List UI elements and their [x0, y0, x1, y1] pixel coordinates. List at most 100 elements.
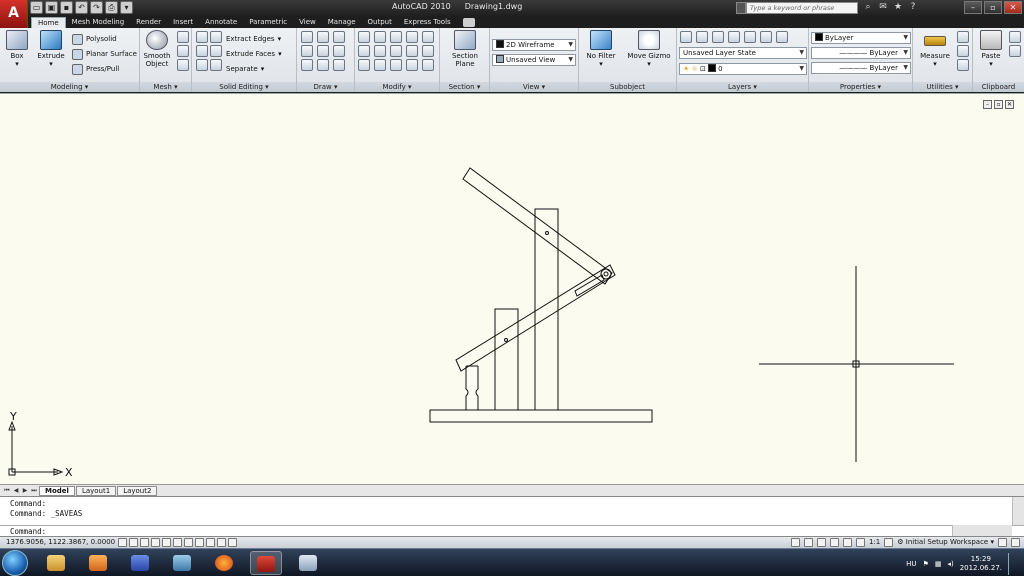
panel-title-section[interactable]: Section ▾ — [440, 82, 489, 92]
layer-match-icon[interactable] — [760, 31, 772, 43]
joint-outer-circle[interactable] — [600, 268, 612, 280]
tab-home[interactable]: Home — [31, 17, 66, 28]
rotate-icon[interactable] — [390, 45, 402, 57]
grid-display-icon[interactable] — [129, 538, 138, 547]
layout-tab-layout2[interactable]: Layout2 — [117, 485, 158, 496]
print-icon[interactable]: ⎙ — [105, 1, 118, 14]
network-tray-icon[interactable]: ▦ — [935, 560, 942, 568]
next-layout-icon[interactable]: ▶ — [21, 486, 29, 495]
no-filter-button[interactable]: No Filter ▾ — [581, 30, 621, 68]
panel-title-draw[interactable]: Draw ▾ — [297, 82, 354, 92]
mesh-smooth-less-icon[interactable] — [177, 45, 189, 57]
clean-screen-icon[interactable] — [1011, 538, 1020, 547]
new-file-icon[interactable]: ▭ — [30, 1, 43, 14]
layer-freeze-icon[interactable] — [744, 31, 756, 43]
taskbar-explorer-button[interactable] — [40, 551, 72, 575]
redo-icon[interactable]: ↷ — [90, 1, 103, 14]
model-space-icon[interactable] — [791, 538, 800, 547]
zoom-icon[interactable] — [830, 538, 839, 547]
taskbar-autocad-button[interactable] — [250, 551, 282, 575]
extrude-button[interactable]: Extrude ▾ — [34, 30, 68, 68]
subtract-icon[interactable] — [196, 45, 208, 57]
current-layer-dropdown[interactable]: ☀ ☼ ⊡ 0 ▼ — [679, 63, 807, 75]
lineweight-dropdown[interactable]: ———— ByLayer ▼ — [811, 62, 911, 74]
search-toggle-icon[interactable] — [736, 2, 746, 14]
press-pull-button[interactable]: Press/Pull — [72, 62, 119, 76]
polygon-icon[interactable] — [301, 59, 313, 71]
rectangle-icon[interactable] — [317, 59, 329, 71]
calculator-icon[interactable] — [957, 59, 969, 71]
quick-select-icon[interactable] — [957, 31, 969, 43]
panel-title-properties[interactable]: Properties ▾ — [809, 82, 912, 92]
help-icon[interactable]: ? — [907, 1, 919, 14]
layer-isolate-icon[interactable] — [696, 31, 708, 43]
last-layout-icon[interactable]: ⏭ — [30, 486, 38, 495]
command-scrollbar[interactable] — [1012, 497, 1024, 525]
object-snap-tracking-icon[interactable] — [184, 538, 193, 547]
arc-icon[interactable] — [333, 31, 345, 43]
tab-mesh-modeling[interactable]: Mesh Modeling — [66, 17, 131, 28]
layer-off-icon[interactable] — [728, 31, 740, 43]
taskbar-calculator-button[interactable] — [292, 551, 324, 575]
application-menu-button[interactable]: A — [0, 0, 28, 28]
union-icon[interactable] — [196, 31, 208, 43]
explode-icon[interactable] — [422, 31, 434, 43]
cut-icon[interactable] — [1009, 31, 1021, 43]
polar-tracking-icon[interactable] — [151, 538, 160, 547]
panel-title-clipboard[interactable]: Clipboard — [973, 82, 1024, 92]
communication-center-icon[interactable]: ✉ — [877, 1, 889, 14]
coordinate-readout[interactable]: 1376.9056, 1122.3867, 0.0000 — [6, 537, 115, 548]
close-button[interactable]: ✕ — [1004, 1, 1022, 14]
move-icon[interactable] — [406, 45, 418, 57]
pan-icon[interactable] — [817, 538, 826, 547]
layout-tab-model[interactable]: Model — [39, 485, 75, 496]
scale-icon[interactable] — [422, 59, 434, 71]
3d-array-icon[interactable] — [358, 45, 370, 57]
base-plate[interactable] — [429, 409, 653, 423]
measure-button[interactable]: Measure ▾ — [915, 30, 955, 68]
panel-title-modify[interactable]: Modify ▾ — [355, 82, 439, 92]
quick-view-layouts-icon[interactable] — [804, 538, 813, 547]
polysolid-button[interactable]: Polysolid — [72, 32, 117, 46]
panel-title-modeling[interactable]: Modeling ▾ — [0, 82, 139, 92]
start-button[interactable] — [2, 550, 28, 576]
tab-manage[interactable]: Manage — [322, 17, 362, 28]
tab-render[interactable]: Render — [130, 17, 167, 28]
layer-properties-icon[interactable] — [680, 31, 692, 43]
tab-view[interactable]: View — [293, 17, 322, 28]
search-input[interactable]: Type a keyword or phrase — [746, 2, 858, 14]
panel-title-layers[interactable]: Layers ▾ — [677, 82, 808, 92]
binoculars-icon[interactable]: ⌕ — [862, 1, 874, 14]
annotation-scale[interactable]: 1:1 — [869, 537, 880, 548]
array-icon[interactable] — [358, 59, 370, 71]
taskbar-media-player-button[interactable] — [82, 551, 114, 575]
tab-insert[interactable]: Insert — [167, 17, 199, 28]
ribbon-minimize-icon[interactable] — [462, 18, 475, 27]
mesh-smooth-more-icon[interactable] — [177, 31, 189, 43]
undo-icon[interactable]: ↶ — [75, 1, 88, 14]
layer-walk-icon[interactable] — [776, 31, 788, 43]
dynamic-ucs-icon[interactable] — [195, 538, 204, 547]
snap-mode-icon[interactable] — [118, 538, 127, 547]
separate-button[interactable]: Separate ▾ — [226, 62, 264, 76]
support-post[interactable] — [465, 366, 479, 410]
annotation-visibility-icon[interactable] — [884, 538, 894, 547]
panel-title-utilities[interactable]: Utilities ▾ — [913, 82, 972, 92]
workspace-switcher[interactable]: ⚙ Initial Setup Workspace ▾ — [897, 537, 994, 548]
ellipse-icon[interactable] — [333, 59, 345, 71]
minimize-button[interactable]: – — [964, 1, 982, 14]
helix-icon[interactable] — [317, 31, 329, 43]
panel-title-solid-editing[interactable]: Solid Editing ▾ — [192, 82, 296, 92]
linetype-dropdown[interactable]: ———— ByLayer ▼ — [811, 47, 911, 59]
intersect-icon[interactable] — [196, 59, 208, 71]
clock[interactable]: 15:29 2012.06.27. — [960, 555, 1002, 573]
layer-state-dropdown[interactable]: Unsaved Layer State ▼ — [679, 47, 807, 59]
circle-icon[interactable] — [333, 45, 345, 57]
layer-unisolate-icon[interactable] — [712, 31, 724, 43]
section-plane-button[interactable]: Section Plane — [448, 30, 482, 68]
3d-rotate-icon[interactable] — [374, 31, 386, 43]
quick-properties-icon[interactable] — [228, 538, 237, 547]
lower-arm-pin[interactable] — [504, 338, 508, 342]
trim-icon[interactable] — [406, 31, 418, 43]
separate-icon[interactable] — [210, 59, 222, 71]
